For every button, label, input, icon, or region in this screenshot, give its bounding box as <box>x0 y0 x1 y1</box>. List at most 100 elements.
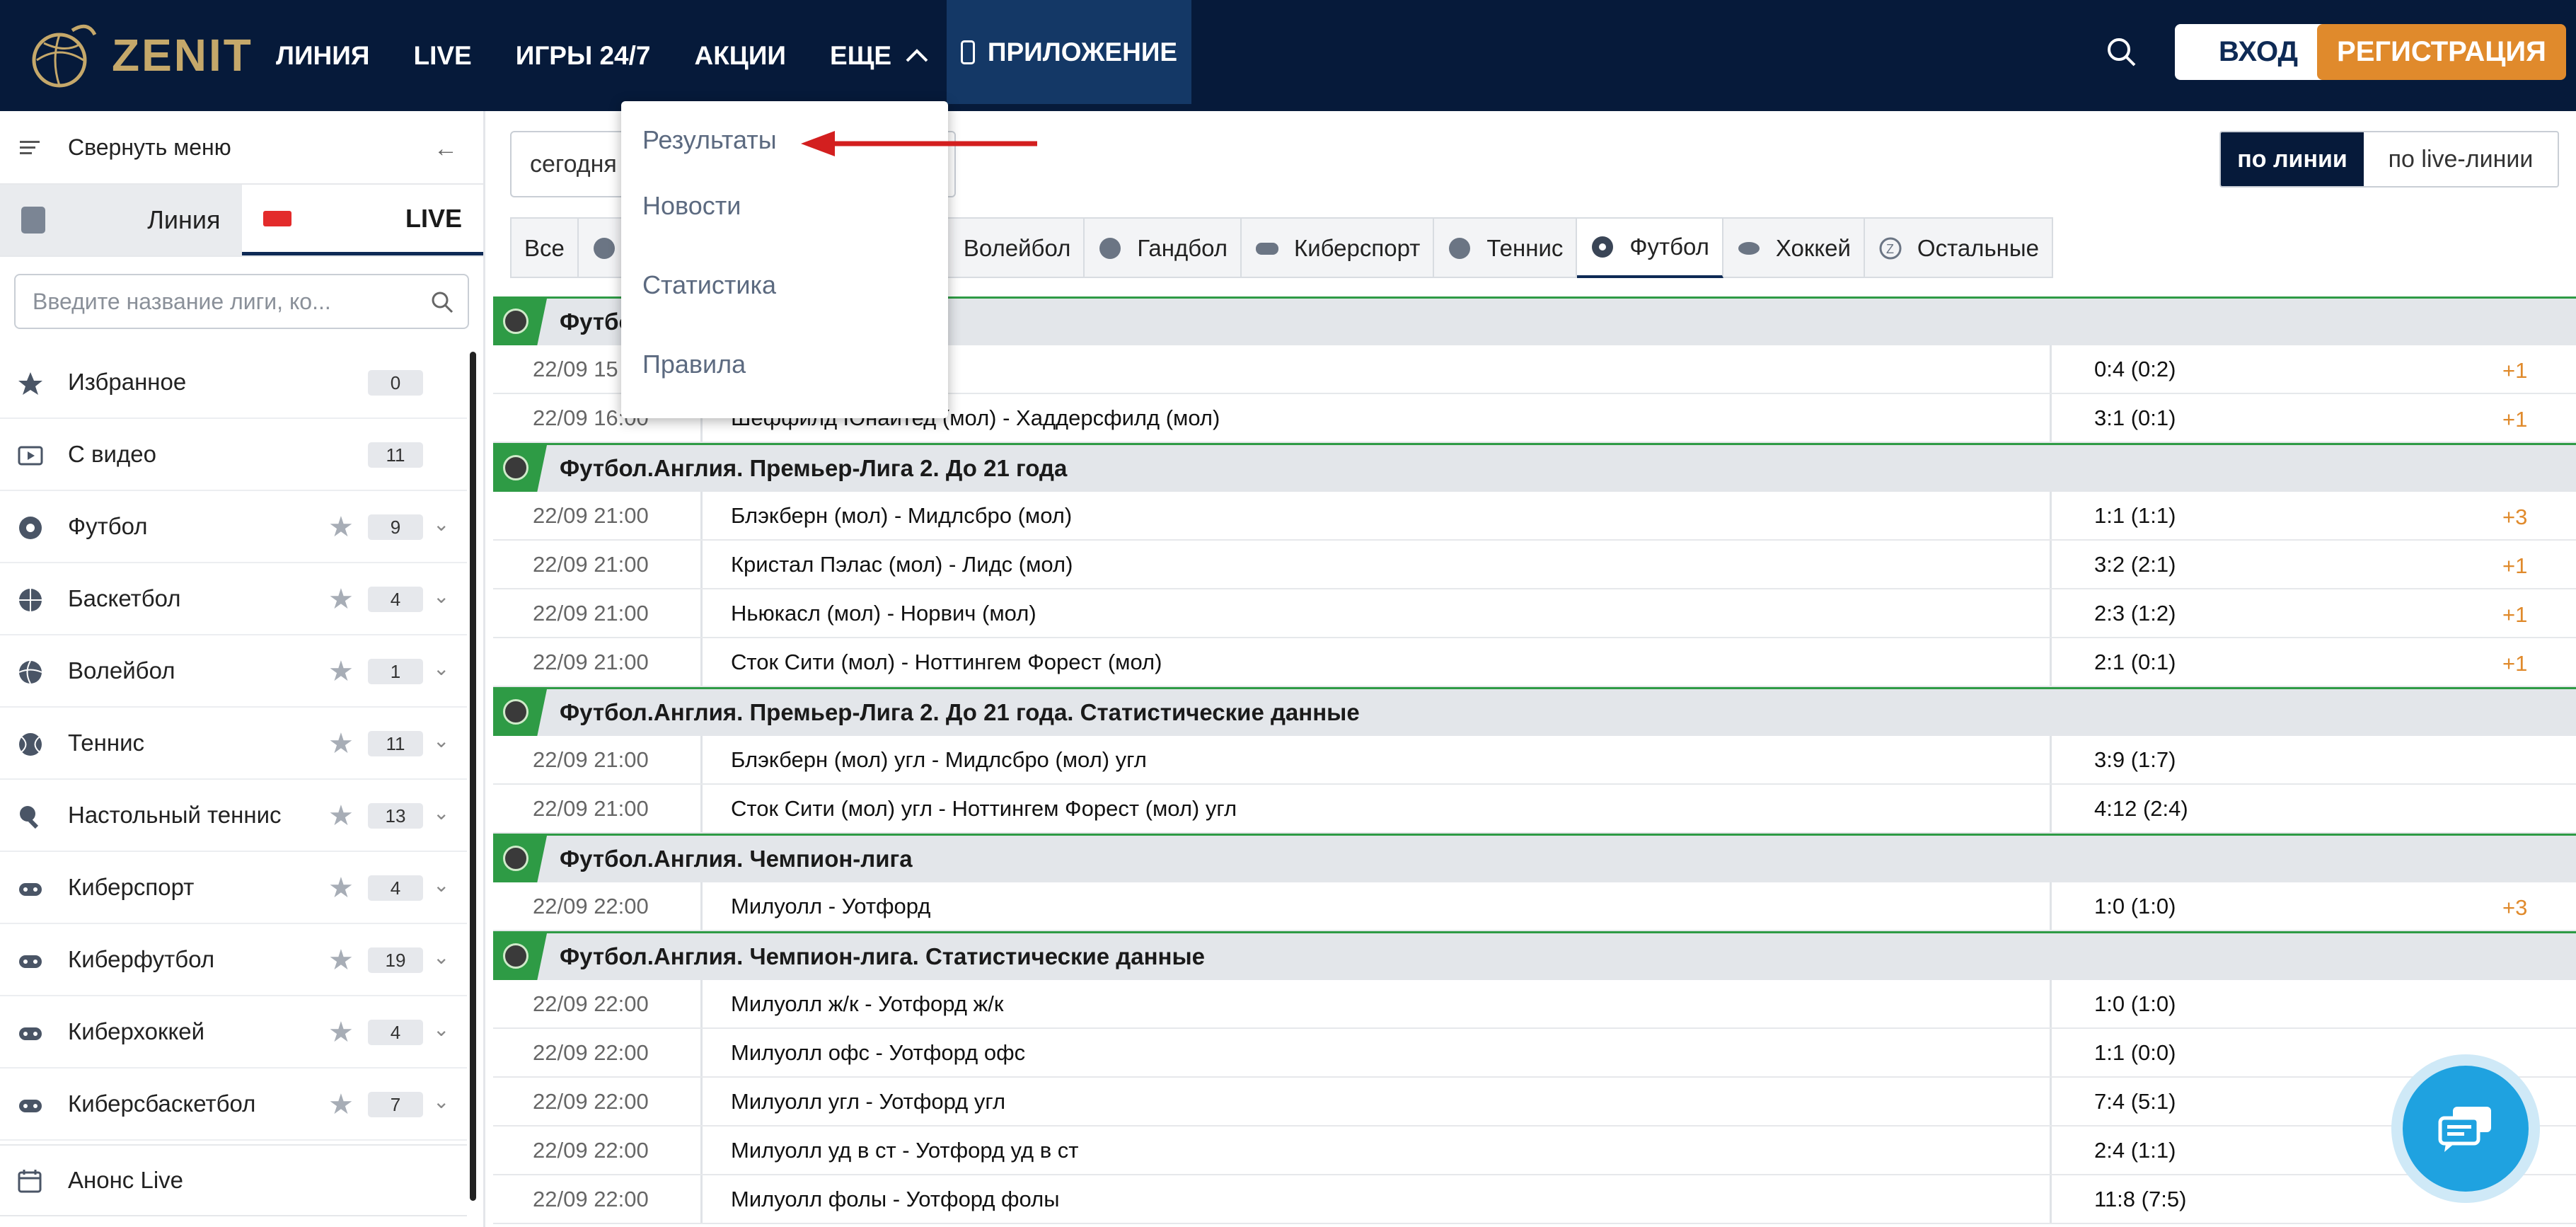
favorite-star-icon[interactable]: ★ <box>328 1018 354 1047</box>
sidebar-item-cyberhockey[interactable]: Киберхоккей ★ 4 ⌄ <box>0 996 467 1068</box>
more-markets-link[interactable]: +1 <box>2502 553 2527 579</box>
favorite-star-icon[interactable]: ★ <box>328 802 354 830</box>
sidebar-item-label: Анонс Live <box>68 1167 184 1193</box>
sidebar-item-volleyball[interactable]: Волейбол ★ 1 ⌄ <box>0 635 467 708</box>
tab-esports[interactable]: Киберспорт <box>1242 219 1435 278</box>
nav-app-button[interactable]: ПРИЛОЖЕНИЕ <box>947 0 1191 104</box>
event-name: Милуолл угл - Уотфорд угл <box>700 1078 2045 1125</box>
table-row[interactable]: 22/09 21:00 Блэкберн (мол) - Мидлсбро (мо… <box>493 492 2576 541</box>
table-row[interactable]: 22/09 22:00 Милуолл - Уотфорд 1:0 (1:0) +3 <box>493 882 2576 931</box>
event-score: 3:1 (0:1) <box>2050 394 2545 442</box>
event-score: 1:0 (1:0) <box>2050 980 2545 1027</box>
table-row[interactable]: 22/09 22:00 Милуолл фолы - Уотфорд фолы 11… <box>493 1175 2576 1224</box>
chevron-down-icon[interactable]: ⌄ <box>433 945 449 969</box>
favorite-star-icon[interactable]: ★ <box>328 946 354 974</box>
collapse-menu-button[interactable]: Свернуть меню ← <box>0 111 483 185</box>
league-group-header[interactable]: Футбол.Англия. Чемпион-лига <box>493 834 2576 882</box>
favorite-star-icon[interactable]: ★ <box>328 585 354 614</box>
league-group-header[interactable]: Футбол.Англия. Премьер-Лига 2. До 21 год… <box>493 687 2576 736</box>
chevron-down-icon[interactable]: ⌄ <box>433 729 449 752</box>
tennis-icon <box>19 733 42 756</box>
nav-more[interactable]: ЕЩЕ <box>830 41 931 71</box>
tab-all[interactable]: Все <box>512 219 579 278</box>
table-row[interactable]: 22/09 22:00 Милуолл ж/к - Уотфорд ж/к 1:0 … <box>493 980 2576 1029</box>
chevron-down-icon[interactable]: ⌄ <box>433 801 449 824</box>
register-button[interactable]: РЕГИСТРАЦИЯ <box>2317 24 2566 80</box>
table-row[interactable]: 22/09 21:00 Сток Сити (мол) угл - Ноттинг… <box>493 785 2576 834</box>
table-row[interactable]: 22/09 21:00 Ньюкасл (мол) - Норвич (мол) 2… <box>493 589 2576 638</box>
chevron-down-icon[interactable]: ⌄ <box>433 1090 449 1113</box>
sidebar-item-video[interactable]: С видео 11 <box>0 419 467 491</box>
more-markets-link[interactable]: +1 <box>2502 407 2527 432</box>
table-row[interactable]: 22/09 21:00 Кристал Пэлас (мол) - Лидс (м… <box>493 541 2576 589</box>
sidebar-item-tennis[interactable]: Теннис ★ 11 ⌄ <box>0 708 467 780</box>
chevron-down-icon[interactable]: ⌄ <box>433 512 449 536</box>
sidebar-tabs: Линия LIVE <box>0 185 483 257</box>
more-markets-link[interactable]: +3 <box>2502 505 2527 530</box>
chevron-down-icon[interactable]: ⌄ <box>433 1018 449 1041</box>
results-table: Футбол 22/09 15(мол)0:4 (0:2)+1 22/09 16… <box>493 296 2576 1227</box>
table-row[interactable]: 22/09 22:00 Милуолл офс - Уотфорд офс 1:1 … <box>493 1029 2576 1078</box>
sidebar-item-football[interactable]: Футбол ★ 9 ⌄ <box>0 491 467 563</box>
tab-label: Теннис <box>1486 235 1564 261</box>
favorite-star-icon[interactable]: ★ <box>328 1090 354 1119</box>
chat-button[interactable] <box>2391 1054 2540 1203</box>
nav-promos[interactable]: АКЦИИ <box>694 41 786 71</box>
tab-hockey[interactable]: Хоккей <box>1723 219 1865 278</box>
table-row[interactable]: 22/09 22:00 Милуолл уд в ст - Уотфорд уд … <box>493 1127 2576 1175</box>
league-title: Футбол.Англия. Премьер-Лига 2. До 21 год… <box>560 455 1068 481</box>
league-group-header[interactable]: Футбол.Англия. Премьер-Лига 2. До 21 год… <box>493 443 2576 492</box>
more-markets-link[interactable]: +3 <box>2502 895 2527 921</box>
tab-football[interactable]: Футбол <box>1577 219 1723 278</box>
sidebar-item-basketball[interactable]: Баскетбол ★ 4 ⌄ <box>0 563 467 635</box>
favorite-star-icon[interactable]: ★ <box>328 874 354 902</box>
chevron-down-icon[interactable]: ⌄ <box>433 657 449 680</box>
toggle-by-live-line[interactable]: по live-линии <box>2364 132 2558 186</box>
table-row[interactable]: 22/09 22:00 Милуолл угл - Уотфорд угл 7:4 … <box>493 1078 2576 1127</box>
count-badge: 4 <box>368 587 423 612</box>
event-time: 22/09 22:00 <box>533 1137 649 1163</box>
chevron-down-icon[interactable]: ⌄ <box>433 873 449 897</box>
tab-label: Гандбол <box>1137 235 1228 261</box>
event-score: 1:0 (1:0) <box>2050 882 2545 930</box>
tab-handball[interactable]: Гандбол <box>1085 219 1242 278</box>
tab-other[interactable]: Z Остальные <box>1865 219 2052 278</box>
menu-item-statistics[interactable]: Статистика <box>621 246 948 325</box>
sidebar-item-cyberbasketball[interactable]: Киберсбаскетбол ★ 7 ⌄ <box>0 1068 467 1141</box>
table-row[interactable]: 22/09 21:00 Блэкберн (мол) угл - Мидлсбро… <box>493 736 2576 785</box>
league-title: Футбол.Англия. Чемпион-лига <box>560 846 913 872</box>
league-group-header[interactable]: Футбол.Англия. Чемпион-лига. Статистичес… <box>493 931 2576 980</box>
count-badge: 0 <box>368 370 423 396</box>
tab-tennis[interactable]: Теннис <box>1434 219 1578 278</box>
zenit-logo[interactable]: ZENIT <box>23 13 256 98</box>
menu-item-rules[interactable]: Правила <box>621 325 948 404</box>
sidebar-scrollbar[interactable] <box>470 352 476 1201</box>
gamepad-icon <box>19 883 42 896</box>
sidebar-item-table-tennis[interactable]: Настольный теннис ★ 13 ⌄ <box>0 780 467 852</box>
table-row[interactable]: 22/09 21:00 Сток Сити (мол) - Ноттингем Ф… <box>493 638 2576 687</box>
sidebar-item-esports[interactable]: Киберспорт ★ 4 ⌄ <box>0 852 467 924</box>
chevron-down-icon[interactable]: ⌄ <box>433 584 449 608</box>
count-badge: 7 <box>368 1092 423 1117</box>
more-markets-link[interactable]: +1 <box>2502 602 2527 628</box>
league-search-input[interactable]: Введите название лиги, ко... <box>14 274 469 329</box>
sidebar-item-label: С видео <box>68 441 156 467</box>
favorite-star-icon[interactable]: ★ <box>328 513 354 541</box>
sidebar-item-favorites[interactable]: Избранное 0 <box>0 347 467 419</box>
favorite-star-icon[interactable]: ★ <box>328 730 354 758</box>
nav-liniya[interactable]: ЛИНИЯ <box>276 41 369 71</box>
nav-live[interactable]: LIVE <box>413 41 471 71</box>
tab-label: Киберспорт <box>1293 235 1421 261</box>
more-markets-link[interactable]: +1 <box>2502 651 2527 676</box>
nav-games[interactable]: ИГРЫ 24/7 <box>516 41 651 71</box>
sidebar-item-cyberfootball[interactable]: Киберфутбол ★ 19 ⌄ <box>0 924 467 996</box>
gamepad-icon <box>19 1027 42 1040</box>
favorite-star-icon[interactable]: ★ <box>328 657 354 686</box>
tab-liniya[interactable]: Линия <box>0 185 242 255</box>
sidebar-item-live-announce[interactable]: Анонс Live <box>0 1144 467 1216</box>
tab-live[interactable]: LIVE <box>241 185 483 255</box>
search-icon[interactable] <box>2105 35 2139 69</box>
menu-item-news[interactable]: Новости <box>621 166 948 246</box>
more-markets-link[interactable]: +1 <box>2502 358 2527 384</box>
toggle-by-line[interactable]: по линии <box>2221 132 2364 186</box>
